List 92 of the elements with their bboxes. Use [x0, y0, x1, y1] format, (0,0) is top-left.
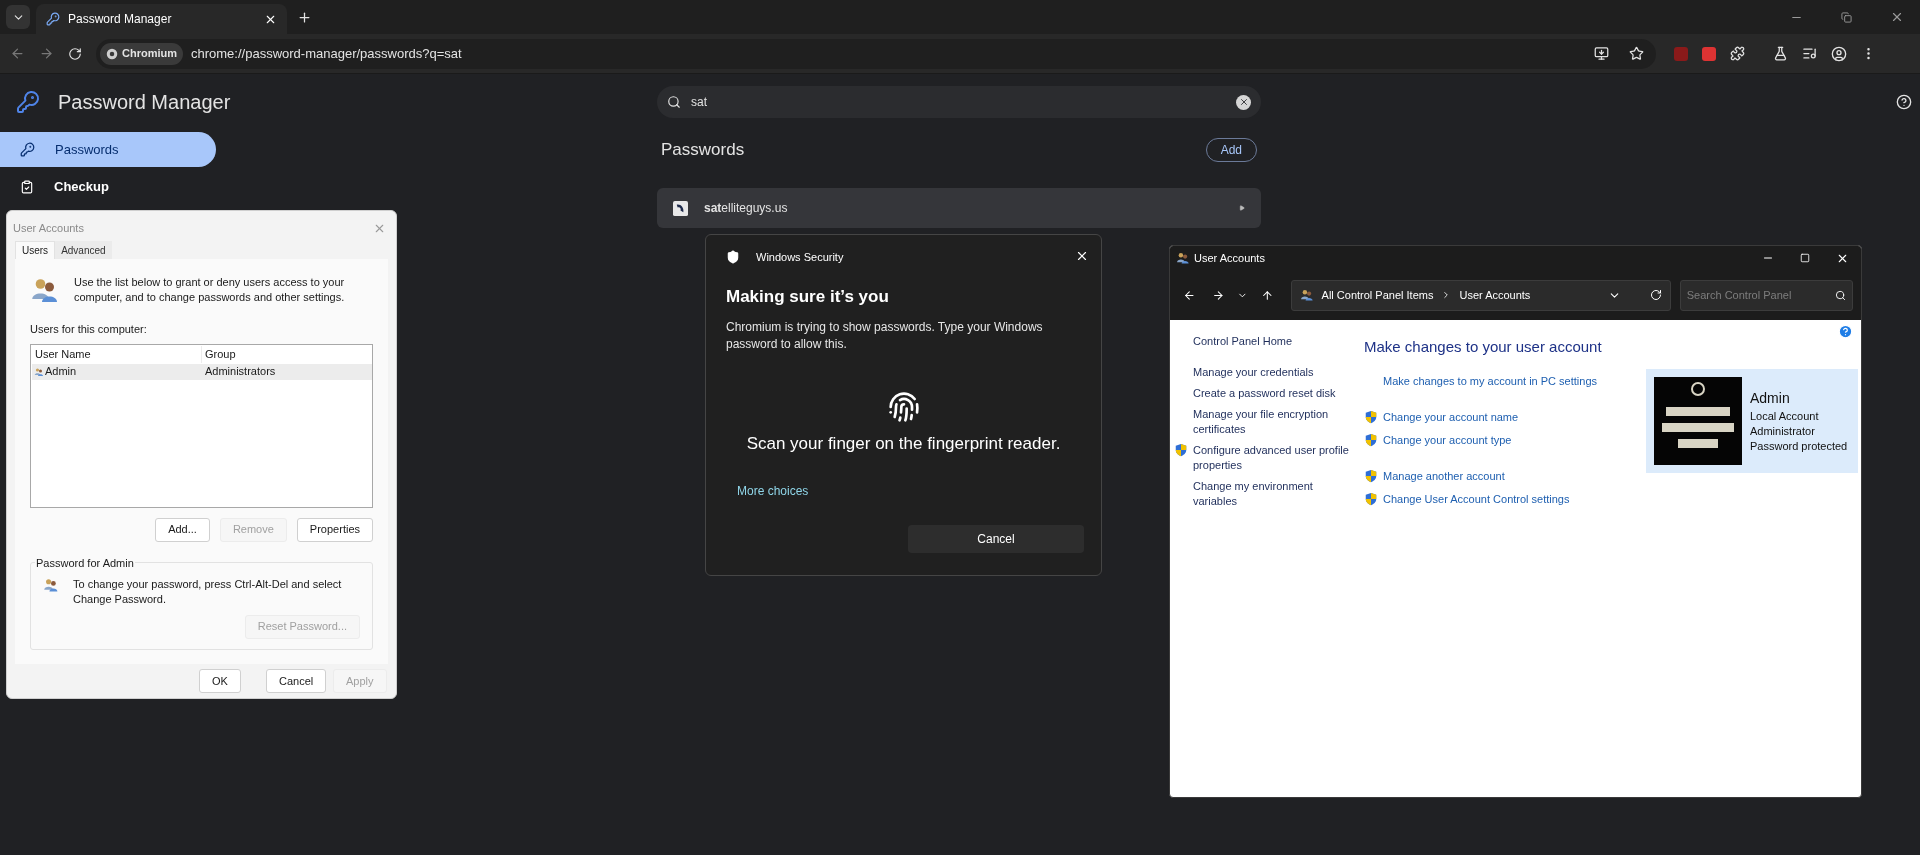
key-icon: [20, 142, 35, 157]
restore-icon[interactable]: [1841, 11, 1852, 23]
fingerprint-icon: [887, 391, 920, 423]
dialog-header: Windows Security: [756, 250, 844, 265]
fingerprint-prompt: Scan your finger on the fingerprint reader.: [745, 433, 1062, 455]
nav-item[interactable]: Checkup: [0, 169, 216, 204]
cancel-button[interactable]: Cancel: [908, 524, 1084, 553]
maximize-icon[interactable]: [1800, 253, 1810, 263]
clear-icon[interactable]: [1236, 94, 1251, 110]
dialog-title: Making sure it’s you: [726, 285, 890, 308]
users-icon: [34, 366, 44, 377]
task-link[interactable]: Manage another account: [1383, 468, 1505, 485]
account-detail: Password protected: [1750, 439, 1848, 454]
flask-icon[interactable]: [1773, 46, 1788, 61]
clipboard-icon: [20, 179, 34, 194]
sidebar-link[interactable]: Control Panel Home: [1193, 334, 1351, 349]
address-bar[interactable]: Chromium chrome://password-manager/passwords?q=sat: [96, 38, 1656, 69]
up-icon[interactable]: [1260, 288, 1274, 302]
dialog-button[interactable]: Cancel: [266, 669, 327, 693]
forward-icon[interactable]: [1211, 288, 1225, 302]
shield-icon: [726, 250, 740, 265]
more-choices-link[interactable]: More choices: [737, 481, 1081, 500]
install-icon[interactable]: [1594, 46, 1609, 61]
task-link[interactable]: Make changes to my account in PC settings: [1383, 372, 1597, 389]
shield-icon: [1364, 410, 1378, 425]
key-icon: [16, 90, 40, 114]
sidebar-link[interactable]: Manage your file encryption certificates: [1193, 407, 1351, 437]
users-icon: [1299, 288, 1314, 302]
reload-icon[interactable]: [68, 46, 82, 61]
site-icon: [673, 200, 688, 216]
account-detail: Local Account: [1750, 409, 1820, 424]
users-icon: [43, 576, 59, 593]
window-title: User Accounts: [13, 220, 84, 236]
search-icon: [667, 95, 681, 109]
intro-text: Use the list below to grant or deny users access to your computer, and to change passwords and other settings.: [74, 275, 346, 305]
close-icon[interactable]: [1890, 10, 1904, 24]
search-placeholder: Search Control Panel: [1686, 287, 1793, 303]
app-title: Password Manager: [58, 90, 231, 115]
dialog-tab[interactable]: Users: [15, 241, 56, 259]
site-badge[interactable]: Chromium: [100, 42, 183, 65]
search-icon: [1835, 289, 1846, 301]
shield-icon: [1174, 443, 1188, 457]
search-field[interactable]: sat: [657, 86, 1261, 118]
dialog-button[interactable]: Properties: [296, 517, 373, 542]
list-label: Users for this computer:: [30, 322, 148, 337]
bookmark-icon[interactable]: [1629, 46, 1644, 61]
search-field[interactable]: Search Control Panel: [1679, 279, 1853, 311]
user-row[interactable]: Admin Administrators: [32, 363, 372, 380]
nav-item[interactable]: Passwords: [0, 132, 216, 167]
sidebar-link[interactable]: Manage your credentials: [1193, 365, 1351, 380]
extensions-icon[interactable]: [1730, 46, 1745, 61]
dialog-tab[interactable]: Advanced: [55, 241, 112, 259]
breadcrumb-item[interactable]: User Accounts: [1459, 286, 1531, 304]
media-icon[interactable]: [1802, 46, 1817, 61]
back-icon[interactable]: [1183, 288, 1196, 302]
breadcrumb-item[interactable]: All Control Panel Items: [1321, 286, 1434, 304]
dialog-button[interactable]: Add...: [155, 517, 210, 542]
url-text: chrome://password-manager/passwords?q=sat: [191, 44, 463, 63]
shield-icon: [1364, 491, 1378, 506]
user-name: Admin: [45, 364, 77, 380]
sidebar-link[interactable]: Create a password reset disk: [1193, 386, 1351, 401]
refresh-icon[interactable]: [1649, 289, 1662, 301]
task-link[interactable]: Change User Account Control settings: [1383, 490, 1570, 507]
shield-icon: [1364, 432, 1378, 447]
task-link[interactable]: Change your account type: [1383, 431, 1512, 448]
password-row[interactable]: satelliteguys.us: [657, 188, 1261, 228]
column-header[interactable]: Group: [202, 346, 372, 363]
section-title: Passwords: [661, 139, 745, 162]
page-heading: Make changes to your user account: [1364, 337, 1603, 357]
task-link[interactable]: Change your account name: [1383, 409, 1519, 426]
key-icon: [46, 12, 60, 26]
new-tab-icon[interactable]: [297, 9, 312, 25]
shield-icon: [1364, 469, 1378, 484]
users-icon: [1176, 251, 1190, 265]
site-name: satelliteguys.us: [704, 200, 789, 217]
password-text: To change your password, press Ctrl-Alt-Del and select Change Password.: [73, 576, 343, 607]
account-name: Admin: [1750, 389, 1791, 408]
chevron-icon: [1239, 205, 1245, 211]
account-detail: Administrator: [1750, 424, 1816, 439]
column-header[interactable]: User Name: [32, 346, 202, 363]
profile-icon[interactable]: [1831, 45, 1847, 62]
user-group: Administrators: [202, 363, 279, 380]
address-field[interactable]: All Control Panel Items User Accounts: [1290, 279, 1671, 311]
dialog-button[interactable]: OK: [199, 669, 241, 693]
sidebar-link[interactable]: Configure advanced user profile properties: [1193, 443, 1351, 473]
tab-search-button[interactable]: [6, 5, 30, 29]
help-icon[interactable]: [1896, 94, 1912, 110]
browser-tab[interactable]: Password Manager: [36, 4, 287, 34]
window-title: User Accounts: [1194, 250, 1265, 266]
sidebar-link[interactable]: Change my environment variables: [1193, 479, 1351, 509]
dialog-body: Chromium is trying to show passwords. Type your Windows password to allow this.: [726, 319, 1044, 353]
search-value: sat: [691, 94, 708, 111]
